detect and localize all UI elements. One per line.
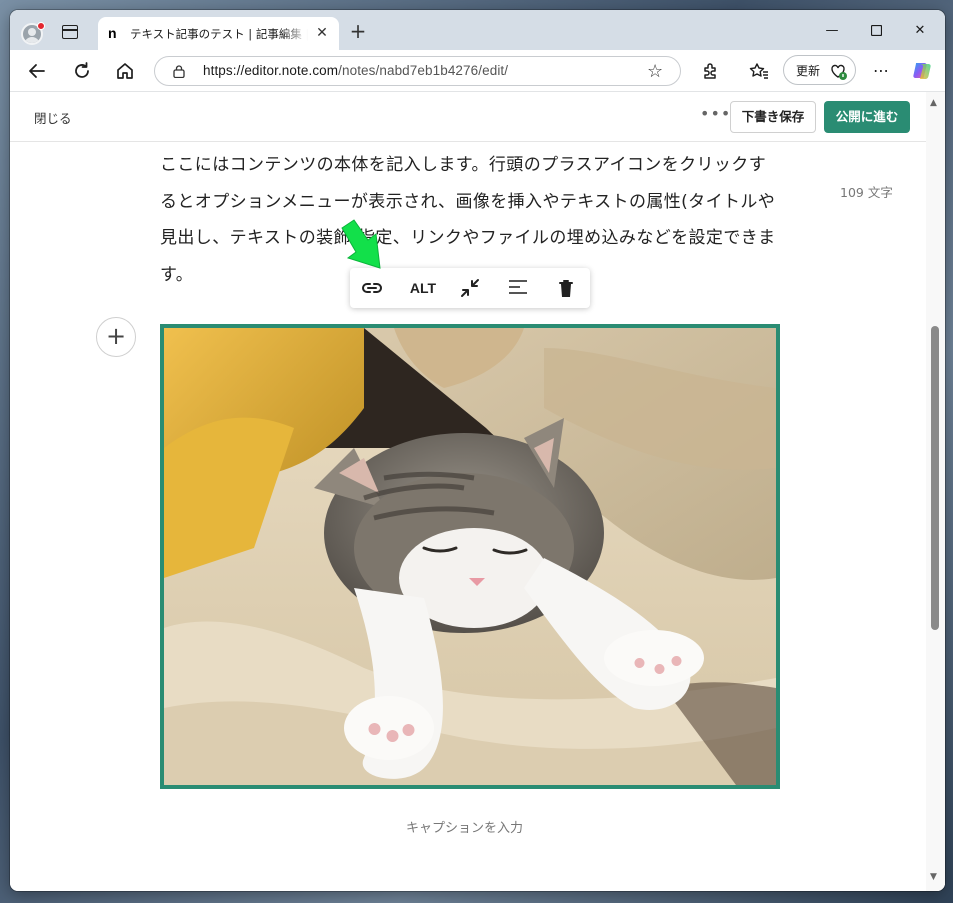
tab-close-icon[interactable]: ✕ bbox=[314, 25, 330, 41]
character-count: 109 文字 bbox=[840, 185, 893, 200]
page-scrollbar[interactable]: ▲ ▼ bbox=[926, 92, 945, 891]
publish-button[interactable]: 公開に進む bbox=[824, 101, 910, 133]
browser-toolbar: https://editor.note.com/notes/nabd7eb1b4… bbox=[10, 50, 945, 92]
alt-text-button[interactable]: ALT bbox=[408, 278, 438, 298]
shrink-icon[interactable] bbox=[458, 278, 482, 298]
caption-input[interactable]: キャプションを入力 bbox=[406, 817, 523, 836]
lock-icon[interactable] bbox=[173, 65, 185, 78]
extensions-icon[interactable] bbox=[699, 60, 721, 82]
editor-page: 閉じる ••• 下書き保存 公開に進む ▲ ▼ ここにはコンテンツの本体を記入し… bbox=[10, 92, 945, 891]
note-favicon-icon: n bbox=[108, 25, 117, 41]
browser-window: n テキスト記事のテスト | 記事編集 | note ✕ + — ✕ https… bbox=[10, 10, 945, 891]
health-heart-icon bbox=[831, 64, 847, 80]
url-host: https://editor.note.com bbox=[203, 63, 339, 78]
tab-bar: n テキスト記事のテスト | 記事編集 | note ✕ + — ✕ bbox=[10, 10, 945, 50]
favorites-icon[interactable] bbox=[748, 60, 770, 82]
maximize-icon[interactable] bbox=[865, 20, 887, 42]
close-editor-link[interactable]: 閉じる bbox=[34, 108, 72, 127]
cat-photo bbox=[164, 328, 776, 785]
update-button[interactable]: 更新 bbox=[783, 55, 856, 85]
selected-image[interactable] bbox=[160, 324, 780, 789]
back-icon[interactable] bbox=[26, 60, 48, 82]
link-icon[interactable] bbox=[360, 278, 384, 298]
save-draft-button[interactable]: 下書き保存 bbox=[730, 101, 816, 133]
url-text: https://editor.note.com/notes/nabd7eb1b4… bbox=[203, 63, 508, 78]
more-options-icon[interactable]: ••• bbox=[700, 104, 731, 123]
refresh-icon[interactable] bbox=[71, 60, 93, 82]
favorite-star-icon[interactable]: ☆ bbox=[647, 61, 663, 82]
notification-dot bbox=[37, 22, 45, 30]
window-close-icon[interactable]: ✕ bbox=[909, 20, 931, 42]
url-path: /notes/nabd7eb1b4276/edit/ bbox=[338, 63, 509, 78]
tab-title: テキスト記事のテスト | 記事編集 | note bbox=[130, 27, 308, 41]
minimize-icon[interactable]: — bbox=[821, 20, 843, 42]
home-icon[interactable] bbox=[114, 60, 136, 82]
copilot-icon[interactable] bbox=[911, 60, 933, 82]
trash-icon[interactable] bbox=[554, 278, 578, 298]
scroll-thumb[interactable] bbox=[931, 326, 939, 630]
align-left-icon[interactable] bbox=[506, 278, 530, 298]
new-tab-icon[interactable]: + bbox=[348, 21, 368, 42]
settings-more-icon[interactable]: ⋯ bbox=[870, 60, 892, 82]
editor-header: 閉じる ••• 下書き保存 公開に進む bbox=[10, 92, 926, 142]
annotation-arrow-icon bbox=[341, 219, 381, 269]
tab-actions-icon[interactable] bbox=[62, 25, 78, 39]
scroll-up-icon[interactable]: ▲ bbox=[930, 98, 937, 108]
scroll-down-icon[interactable]: ▼ bbox=[930, 872, 937, 882]
add-block-button[interactable]: + bbox=[96, 317, 136, 357]
active-tab[interactable]: n テキスト記事のテスト | 記事編集 | note ✕ bbox=[98, 17, 339, 50]
address-bar[interactable]: https://editor.note.com/notes/nabd7eb1b4… bbox=[154, 56, 681, 86]
update-label: 更新 bbox=[796, 64, 821, 78]
